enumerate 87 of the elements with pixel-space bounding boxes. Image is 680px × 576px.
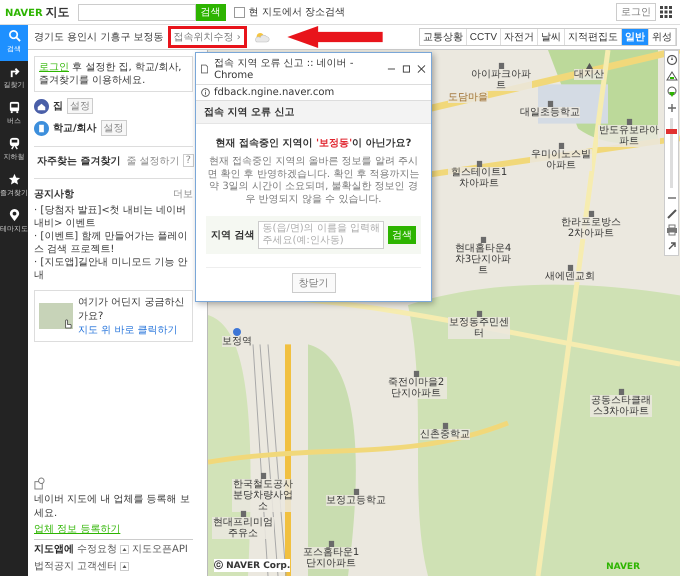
map-label[interactable]: 한라프로방스2차아파트 [560, 217, 622, 239]
star-icon [8, 173, 20, 186]
notices-title: 공지사항 [34, 188, 74, 201]
building-icon [352, 488, 360, 495]
maximize-icon[interactable] [402, 64, 412, 74]
promo-question: 여기가 어딘지 궁금하신가요? [78, 296, 186, 323]
building-icon [480, 236, 486, 243]
location-icon[interactable] [666, 86, 678, 98]
map-label[interactable]: 대일초등학교 [520, 107, 580, 118]
map-label[interactable]: 공동스타클래스3차아파트 [590, 395, 652, 417]
info-icon [201, 88, 210, 97]
building-icon [34, 120, 49, 136]
map-label[interactable]: 현대프리미엄주유소 [212, 517, 274, 539]
building-icon [566, 264, 574, 271]
login-button[interactable]: 로그인 [616, 3, 656, 21]
footer-link[interactable]: 지도오픈API [132, 542, 188, 556]
description-text: 현재 접속중인 지역의 올바른 정보를 알려 주시면 확인 후 반영하겠습니다. 확인 후 적용까지는 약 3일의 시간이 소요되며, 불확실한 정보인 경우 반영되지 않을 수 있습니다. [206, 156, 421, 206]
dialog-heading: 접속 지역 오류 신고 [196, 101, 431, 124]
building-icon [328, 540, 334, 547]
copyright-text: ⓒ NAVER Corp. [214, 559, 290, 572]
caret-icon[interactable] [120, 544, 129, 554]
building-icon [618, 388, 624, 395]
map-label[interactable]: 신촌중학교 [420, 429, 470, 440]
place-label[interactable]: 집 [53, 99, 63, 113]
footer-link[interactable]: 수정요청 [77, 542, 117, 556]
building-icon [498, 62, 504, 69]
search-field[interactable] [78, 4, 196, 20]
address-bar-url[interactable]: fdback.ngine.naver.com [214, 87, 334, 98]
building-icon [442, 422, 448, 429]
notice-link[interactable]: · [당첨자 발표]<첫 내비는 네이버 내비> 이벤트 [34, 204, 193, 230]
apps-grid-icon[interactable] [660, 6, 672, 18]
map-label[interactable]: 도담마을 [448, 92, 488, 103]
building-icon [240, 510, 246, 517]
map-label[interactable]: 보정동주민센터 [448, 317, 510, 339]
location-fix-link[interactable]: 접속위치수정 › [174, 32, 241, 43]
building-icon [626, 118, 632, 125]
search-icon [8, 29, 20, 42]
map-label[interactable]: 대지산 [574, 69, 604, 80]
current-location: 경기도 용인시 기흥구 보정동 [34, 31, 164, 44]
logo-title[interactable]: 지도 [46, 4, 70, 20]
footer-link[interactable]: 법적공지 [34, 559, 74, 573]
question-text: 현재 접속중인 지역이 '보정동'이 아닌가요? [214, 137, 412, 150]
house-icon [34, 98, 49, 114]
caret-icon[interactable] [120, 562, 129, 570]
business-notice: 네이버 지도에 내 업체를 등록해 보세요. [34, 493, 191, 520]
map-label[interactable]: 새에덴교회 [545, 271, 595, 282]
more-link[interactable]: 더보 [173, 187, 193, 201]
print-icon[interactable] [666, 224, 678, 236]
building-icon [260, 472, 266, 479]
zoom-thumb[interactable] [666, 128, 677, 134]
favorites-title: 자주찾는 즐겨찾기 [37, 154, 120, 168]
building-icon [412, 370, 420, 377]
map-label[interactable]: 한국철도공사 분당차량사업소 [232, 479, 294, 512]
promo-link[interactable]: 지도 위 바로 클릭하기 [78, 323, 188, 337]
login-notice: 로그인 후 설정한 집, 학교/회사, 즐겨찾기를 이용하세요. [34, 56, 193, 92]
help-button[interactable]: ? [182, 154, 194, 167]
footer-link[interactable]: 고객센터 [77, 559, 117, 573]
map-label[interactable]: 반도유보라아파트 [598, 125, 660, 147]
notice-link[interactable]: · [이벤트] 함께 만들어가는 플레이스 검색 프로젝트! [34, 230, 193, 256]
footer-link[interactable]: 지도앱에 [34, 542, 74, 556]
building-icon [588, 210, 594, 217]
window-title: 접속 지역 오류 신고 :: 네이버 - Chrome [214, 57, 355, 81]
map-label[interactable]: 보정역 [222, 336, 252, 347]
region-search-label: 지역 검색 [211, 229, 254, 242]
tilt-icon[interactable] [666, 70, 678, 82]
notice-link[interactable]: · [지도앱]길안내 미니모드 기능 안내 [34, 256, 193, 282]
bus-icon [8, 101, 20, 114]
building-icon [558, 142, 564, 149]
ruler-icon[interactable] [666, 208, 678, 220]
checkbox[interactable] [234, 6, 245, 18]
close-window-button[interactable]: 창닫기 [292, 273, 336, 293]
place-label[interactable]: 학교/회사 [53, 121, 97, 135]
map-logo: NAVER [606, 562, 640, 572]
building-icon [546, 100, 554, 107]
settings-link[interactable]: 줄 설정하기 [126, 154, 180, 168]
building-icon [476, 160, 482, 167]
close-icon[interactable] [417, 64, 426, 74]
compass-icon[interactable] [666, 54, 678, 66]
map-thumbnail [39, 303, 73, 329]
checkbox-label: 현 지도에서 장소검색 [248, 6, 346, 19]
pin-icon [8, 209, 20, 222]
map-label[interactable]: 우미이노스빌아파트 [530, 149, 592, 171]
station-icon [233, 328, 241, 336]
map-label[interactable]: 보정고등학교 [326, 495, 386, 506]
map-label[interactable]: 아이파크아파트 [470, 69, 532, 91]
building-icon [476, 310, 482, 317]
train-icon [8, 137, 20, 150]
